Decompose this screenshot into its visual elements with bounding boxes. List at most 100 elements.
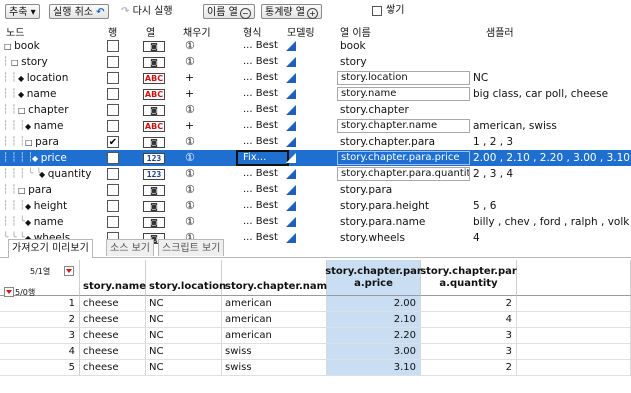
table-cell[interactable]: 3 — [421, 328, 517, 344]
tree-row-location[interactable]: ┆ ┆ ◆ location ABC + ... Best story.location N… — [0, 70, 631, 86]
format-dropdown[interactable]: ... Best — [243, 198, 278, 214]
table-row[interactable]: 2 cheese NC american 2.10 4 — [0, 312, 631, 328]
table-type-icon[interactable]: ◙ — [143, 217, 165, 228]
table-cell[interactable]: cheese — [80, 360, 146, 376]
table-cell[interactable]: cheese — [80, 312, 146, 328]
table-cell[interactable]: NC — [146, 296, 222, 312]
table-cell[interactable]: 3.10 — [327, 360, 421, 376]
tree-row-name[interactable]: ┆ ┆ ◆ name ABC + ... Best story.name big class… — [0, 86, 631, 102]
redo-button[interactable]: ↷ 다시 실행 — [121, 4, 173, 19]
row-checkbox[interactable] — [107, 200, 119, 212]
row-checkbox[interactable] — [107, 40, 119, 52]
table-type-icon[interactable]: ◙ — [143, 105, 165, 116]
table-cell[interactable]: 2.00 — [327, 296, 421, 312]
modeling-continuous-icon[interactable] — [286, 41, 296, 51]
table-cell[interactable]: 2 — [421, 296, 517, 312]
modeling-continuous-icon[interactable] — [286, 217, 296, 227]
table-row[interactable]: 3 cheese NC american 2.20 3 — [0, 328, 631, 344]
node-name[interactable]: ◆ height — [25, 198, 67, 214]
modeling-continuous-icon[interactable] — [286, 57, 296, 67]
character-type-icon[interactable]: ABC — [143, 89, 165, 100]
tree-row-name[interactable]: ┆ ┆ ╰ ◆ name ◙ ① ... Best story.para.name bill… — [0, 214, 631, 230]
table-cell[interactable]: 2.20 — [327, 328, 421, 344]
fill-once-icon[interactable]: ① — [185, 134, 195, 150]
table-type-icon[interactable]: ◙ — [143, 41, 165, 52]
table-cell[interactable]: cheese — [80, 328, 146, 344]
column-header[interactable]: story.chapter.name — [222, 260, 334, 296]
row-checkbox[interactable] — [107, 56, 119, 68]
fill-once-icon[interactable]: ① — [185, 198, 195, 214]
node-name[interactable]: □ book — [4, 38, 40, 54]
column-name-input[interactable]: story.chapter.name — [337, 119, 470, 133]
table-type-icon[interactable]: ◙ — [143, 137, 165, 148]
column-header[interactable]: story.location — [146, 260, 226, 296]
table-cell[interactable]: NC — [146, 360, 222, 376]
format-dropdown[interactable]: ... Best — [243, 214, 278, 230]
table-cell[interactable]: american — [222, 328, 327, 344]
table-cell[interactable]: NC — [146, 344, 222, 360]
modeling-continuous-icon[interactable] — [286, 89, 296, 99]
tree-row-price[interactable]: ┆ ┆ ┆ ┆ ◆ price 123 ① Fix... story.chapter.pa… — [0, 150, 631, 166]
table-cell[interactable]: 2 — [421, 360, 517, 376]
row-checkbox[interactable] — [107, 216, 119, 228]
column-name-input[interactable]: story.chapter.para.quantity — [337, 167, 470, 181]
format-dropdown[interactable]: ... Best — [243, 70, 278, 86]
table-type-icon[interactable]: ◙ — [143, 185, 165, 196]
node-name[interactable]: ◆ name — [25, 118, 63, 134]
table-type-icon[interactable]: ◙ — [143, 201, 165, 212]
table-cell[interactable]: 4 — [421, 312, 517, 328]
row-checkbox[interactable] — [107, 120, 119, 132]
tree-row-story[interactable]: ┆ □ story ◙ ① ... Best story — [0, 54, 631, 70]
fill-once-icon[interactable]: ① — [185, 214, 195, 230]
row-checkbox[interactable]: ✔ — [107, 136, 119, 148]
tree-row-book[interactable]: □ book ◙ ① ... Best book — [0, 38, 631, 54]
numeric-type-icon[interactable]: 123 — [143, 169, 165, 180]
numeric-type-icon[interactable]: 123 — [143, 153, 165, 164]
row-checkbox[interactable] — [107, 168, 119, 180]
table-cell[interactable]: american — [222, 312, 327, 328]
table-cell[interactable]: 2.10 — [327, 312, 421, 328]
tab-source-view[interactable]: 소스 보기 — [106, 239, 154, 256]
column-name-input[interactable]: story.name — [337, 87, 470, 101]
format-dropdown[interactable]: ... Best — [243, 54, 278, 70]
format-dropdown[interactable]: Fix... — [236, 150, 289, 166]
stats-column-button[interactable]: 통계량 열 + — [261, 4, 322, 19]
fill-once-icon[interactable]: ① — [185, 54, 195, 70]
format-dropdown[interactable]: ... Best — [243, 102, 278, 118]
modeling-continuous-icon[interactable] — [286, 105, 296, 115]
table-cell[interactable]: cheese — [80, 344, 146, 360]
table-cell[interactable]: NC — [146, 312, 222, 328]
tree-row-height[interactable]: ┆ ┆ ┆ ◆ height ◙ ① ... Best story.para.height… — [0, 198, 631, 214]
node-name[interactable]: □ story — [11, 54, 48, 70]
tree-row-para[interactable]: ┆ ┆ ┆ □ para ✔ ◙ ① ... Best story.chapter.para… — [0, 134, 631, 150]
column-menu-icon[interactable] — [64, 266, 74, 276]
table-row[interactable]: 1 cheese NC american 2.00 2 — [0, 296, 631, 312]
table-cell[interactable]: swiss — [222, 360, 327, 376]
column-name-input[interactable]: story.chapter.para.price — [337, 151, 470, 165]
column-name-input[interactable]: story.location — [337, 71, 470, 85]
node-name[interactable]: □ chapter — [18, 102, 69, 118]
tree-row-quantity[interactable]: ┆ ┆ ┆ ╰ ╰ ◆ quantity 123 ① ... Best story.cha… — [0, 166, 631, 182]
table-cell[interactable]: swiss — [222, 344, 327, 360]
table-row[interactable]: 4 cheese NC swiss 3.00 3 — [0, 344, 631, 360]
node-name[interactable]: ◆ name — [18, 86, 56, 102]
row-checkbox[interactable] — [107, 184, 119, 196]
modeling-continuous-icon[interactable] — [286, 121, 296, 131]
node-name[interactable]: □ para — [25, 134, 59, 150]
format-dropdown[interactable]: ... Best — [243, 166, 278, 182]
tree-row-para[interactable]: ┆ ┆ □ para ◙ ① ... Best story.para — [0, 182, 631, 198]
node-name[interactable]: ◆ quantity — [39, 166, 91, 182]
fill-once-icon[interactable]: ① — [185, 102, 195, 118]
column-header[interactable]: story.chapter.par a.quantity — [420, 260, 517, 296]
tree-row-chapter[interactable]: ┆ ┆ □ chapter ◙ ① ... Best story.chapter — [0, 102, 631, 118]
fill-once-icon[interactable]: ① — [185, 166, 195, 182]
stack-checkbox[interactable] — [372, 6, 382, 16]
fill-plus-icon[interactable]: + — [185, 86, 194, 102]
tab-script-view[interactable]: 스크립트 보기 — [158, 239, 225, 256]
table-cell[interactable]: 3 — [421, 344, 517, 360]
fill-plus-icon[interactable]: + — [185, 118, 194, 134]
node-name[interactable]: □ para — [18, 182, 52, 198]
format-dropdown[interactable]: ... Best — [243, 182, 278, 198]
undo-button[interactable]: 실행 취소 ↶ — [49, 4, 109, 19]
format-dropdown[interactable]: ... Best — [243, 86, 278, 102]
